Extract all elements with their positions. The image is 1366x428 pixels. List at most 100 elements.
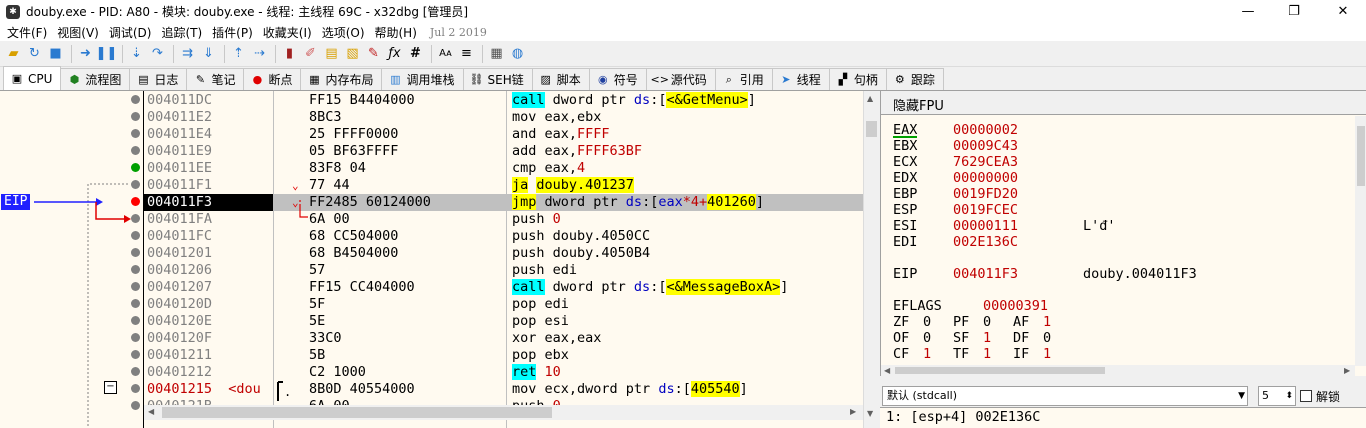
- stack-arguments-panel[interactable]: 1: [esp+4] 002E136C: [880, 407, 1366, 428]
- breakpoint-dot[interactable]: [131, 231, 140, 240]
- tab-threads[interactable]: ➤ 线程: [771, 68, 830, 90]
- bytes-cell[interactable]: 77 44: [309, 177, 350, 194]
- bytes-cell[interactable]: 33C0: [309, 330, 342, 347]
- bytes-cell[interactable]: 68 B4504000: [309, 245, 398, 262]
- tab-seh[interactable]: ⛓ SEH链: [462, 68, 533, 90]
- address-cell[interactable]: 00401211: [147, 347, 212, 364]
- patch-icon[interactable]: ✐: [301, 44, 320, 63]
- bytes-cell[interactable]: 8BC3: [309, 109, 342, 126]
- labels-icon[interactable]: ▧: [343, 44, 362, 63]
- register-value[interactable]: 1: [923, 346, 931, 362]
- calculator-icon[interactable]: ▦: [487, 44, 506, 63]
- breakpoint-dot[interactable]: [131, 214, 140, 223]
- bookmarks-icon[interactable]: ✎: [364, 44, 383, 63]
- instruction-cell[interactable]: add eax,FFFF63BF: [512, 143, 642, 160]
- register-value[interactable]: 0: [983, 314, 991, 330]
- tab-notes[interactable]: ✎ 笔记: [186, 68, 245, 90]
- instruction-cell[interactable]: push 0: [512, 211, 561, 228]
- register-vertical-scrollbar[interactable]: [1355, 116, 1366, 366]
- address-cell[interactable]: 004011DC: [147, 92, 212, 109]
- scroll-right-icon[interactable]: ▶: [850, 407, 856, 416]
- bytes-cell[interactable]: 05 BF63FFFF: [309, 143, 398, 160]
- step-over-icon[interactable]: ↷: [148, 44, 167, 63]
- instruction-cell[interactable]: push douby.4050B4: [512, 245, 650, 262]
- horizontal-scrollbar[interactable]: ◀ ▶: [144, 405, 863, 420]
- bytes-cell[interactable]: 83F8 04: [309, 160, 366, 177]
- instruction-cell[interactable]: jmp dword ptr ds:[eax*4+401260]: [512, 194, 764, 211]
- bytes-cell[interactable]: 5B: [309, 347, 325, 364]
- menu-trace[interactable]: 追踪(T): [158, 24, 209, 41]
- menu-plugins[interactable]: 插件(P): [209, 24, 260, 41]
- bytes-cell[interactable]: 57: [309, 262, 325, 279]
- vertical-scrollbar[interactable]: ▲ ▼: [863, 91, 878, 428]
- address-cell[interactable]: 004011F1: [147, 177, 212, 194]
- restart-icon[interactable]: ↻: [25, 44, 44, 63]
- register-value[interactable]: 0: [923, 314, 931, 330]
- address-cell[interactable]: 004011E9: [147, 143, 212, 160]
- bytes-cell[interactable]: C2 1000: [309, 364, 366, 381]
- address-cell[interactable]: 00401212: [147, 364, 212, 381]
- bytes-cell[interactable]: 68 CC504000: [309, 228, 398, 245]
- menu-favourites[interactable]: 收藏夹(I): [260, 24, 319, 41]
- breakpoint-dot[interactable]: [131, 129, 140, 138]
- hash-icon[interactable]: #: [406, 44, 425, 63]
- unlock-checkbox[interactable]: [1300, 390, 1312, 402]
- register-value[interactable]: 0019FCEC: [953, 202, 1018, 218]
- register-value[interactable]: 00000000: [953, 170, 1018, 186]
- register-value[interactable]: 0: [923, 330, 931, 346]
- strings-icon[interactable]: ≡: [457, 44, 476, 63]
- breakpoint-dot[interactable]: [131, 282, 140, 291]
- address-column[interactable]: 004011DC 004011E2 004011E4 004011E9 004011EE…: [144, 91, 274, 428]
- scylla-icon[interactable]: ▮: [280, 44, 299, 63]
- tab-symbols[interactable]: ◉ 符号: [588, 68, 647, 90]
- minimize-button[interactable]: —: [1225, 0, 1271, 23]
- menu-view[interactable]: 视图(V): [54, 24, 106, 41]
- breakpoint-dot[interactable]: [131, 367, 140, 376]
- instruction-cell[interactable]: push edi: [512, 262, 577, 279]
- instruction-cell[interactable]: cmp eax,4: [512, 160, 585, 177]
- step-into-icon[interactable]: ⇣: [127, 44, 146, 63]
- stop-icon[interactable]: ■: [46, 44, 65, 63]
- bytes-cell[interactable]: FF2485 60124000: [309, 194, 431, 211]
- instruction-cell[interactable]: and eax,FFFF: [512, 126, 610, 143]
- register-value[interactable]: 004011F3: [953, 266, 1018, 282]
- address-cell[interactable]: 004011E4: [147, 126, 212, 143]
- register-value[interactable]: 002E136C: [953, 234, 1018, 250]
- font-icon[interactable]: Aᴀ: [436, 44, 455, 63]
- run-icon[interactable]: ➜: [76, 44, 95, 63]
- register-panel[interactable]: 隐藏FPU EAX 00000002 EBX 00009C43 ECX 7629CEA3 E…: [880, 91, 1366, 376]
- instruction-cell[interactable]: mov eax,ebx: [512, 109, 601, 126]
- tab-memory-map[interactable]: ▦ 内存布局: [300, 68, 383, 90]
- breakpoint-dot[interactable]: [131, 299, 140, 308]
- register-value[interactable]: 00000111: [953, 218, 1018, 234]
- register-hscroll-thumb[interactable]: [895, 367, 1105, 374]
- tab-source[interactable]: <> 源代码: [645, 68, 716, 90]
- instruction-cell[interactable]: call dword ptr ds:[<&MessageBoxA>]: [512, 279, 788, 296]
- bytes-cell[interactable]: FF15 CC404000: [309, 279, 415, 296]
- menu-help[interactable]: 帮助(H): [372, 24, 424, 41]
- register-value[interactable]: 1: [983, 330, 991, 346]
- register-value[interactable]: 1: [1043, 346, 1051, 362]
- address-cell[interactable]: 00401215 <dou: [147, 381, 261, 398]
- comments-icon[interactable]: ▤: [322, 44, 341, 63]
- bytes-cell[interactable]: 25 FFFF0000: [309, 126, 398, 143]
- instruction-cell[interactable]: xor eax,eax: [512, 330, 601, 347]
- register-value[interactable]: 0019FD20: [953, 186, 1018, 202]
- hide-fpu-button[interactable]: 隐藏FPU: [881, 91, 1366, 115]
- address-cell[interactable]: 004011EE: [147, 160, 212, 177]
- instruction-cell[interactable]: pop edi: [512, 296, 569, 313]
- execute-till-return-icon[interactable]: ⇡: [229, 44, 248, 63]
- menu-debug[interactable]: 调试(D): [106, 24, 159, 41]
- functions-icon[interactable]: ƒx: [385, 44, 404, 63]
- horizontal-scroll-thumb[interactable]: [162, 407, 552, 418]
- instruction-cell[interactable]: ret 10: [512, 364, 561, 381]
- tab-breakpoints[interactable]: ● 断点: [243, 68, 302, 90]
- register-horizontal-scrollbar[interactable]: ◀ ▶: [881, 365, 1355, 376]
- instruction-cell[interactable]: push douby.4050CC: [512, 228, 650, 245]
- tab-references[interactable]: ⌕ 引用: [714, 68, 773, 90]
- instruction-cell[interactable]: pop ebx: [512, 347, 569, 364]
- scroll-down-icon[interactable]: ▼: [867, 409, 873, 418]
- bytes-cell[interactable]: FF15 B4404000: [309, 92, 415, 109]
- pause-icon[interactable]: ❚❚: [96, 44, 118, 63]
- vertical-scroll-thumb[interactable]: [866, 121, 877, 137]
